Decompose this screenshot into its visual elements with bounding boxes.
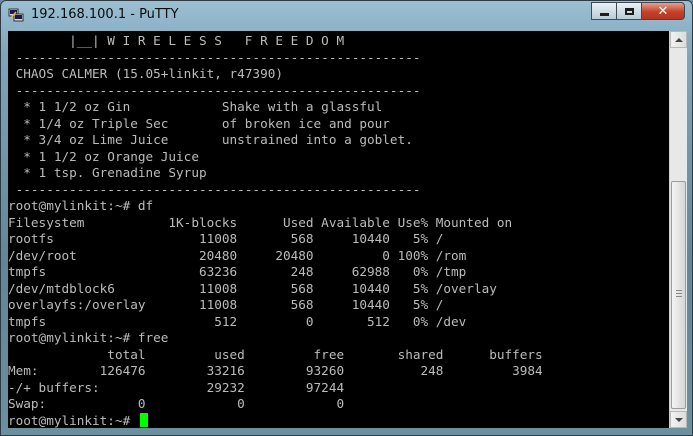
terminal-line: Swap: 0 0 0 bbox=[8, 396, 344, 412]
terminal-line: rootfs 11008 568 10440 5% / bbox=[8, 231, 443, 247]
minimize-icon bbox=[599, 12, 609, 16]
terminal-line-text: root@mylinkit:~# free bbox=[8, 330, 169, 345]
terminal-line-text: ----------------------------------------… bbox=[8, 82, 421, 98]
terminal-line: /dev/mtdblock6 11008 568 10440 5% /overl… bbox=[8, 281, 497, 297]
terminal-line-text: root@mylinkit:~# bbox=[8, 412, 138, 428]
putty-window: 192.168.100.1 - PuTTY ✕ |__| W I R E L E… bbox=[0, 0, 693, 436]
scroll-thumb[interactable] bbox=[671, 181, 686, 409]
terminal-line: * 1/4 oz Triple Sec of broken ice and po… bbox=[8, 116, 390, 132]
terminal-screen[interactable]: |__| W I R E L E S S F R E E D O M -----… bbox=[8, 31, 669, 428]
terminal-line-text: * 3/4 oz Lime Juice unstrained into a go… bbox=[8, 132, 413, 147]
terminal-line-text: tmpfs 63236 248 62988 0% /tmp bbox=[8, 264, 467, 279]
terminal-line-text: /dev/mtdblock6 11008 568 10440 5% /overl… bbox=[8, 280, 497, 296]
terminal-line-text: Mem: 126476 33216 93260 248 3984 bbox=[8, 363, 543, 378]
maximize-button[interactable] bbox=[616, 2, 642, 20]
terminal-line-text: overlayfs:/overlay 11008 568 10440 5% / bbox=[8, 297, 444, 312]
terminal-line-text: total used free shared buffers bbox=[8, 346, 543, 362]
arrow-down-icon bbox=[675, 418, 683, 422]
terminal-line: Mem: 126476 33216 93260 248 3984 bbox=[8, 363, 543, 379]
title-bar[interactable]: 192.168.100.1 - PuTTY ✕ bbox=[1, 1, 692, 31]
maximize-icon bbox=[624, 7, 634, 15]
arrow-up-icon bbox=[675, 38, 683, 42]
minimize-button[interactable] bbox=[591, 2, 617, 20]
window-controls: ✕ bbox=[591, 2, 685, 20]
scroll-up-button[interactable] bbox=[670, 31, 687, 48]
terminal-line-text: * 1/4 oz Triple Sec of broken ice and po… bbox=[8, 115, 390, 131]
terminal-line-text: |__| W I R E L E S S F R E E D O M bbox=[8, 33, 345, 48]
close-icon: ✕ bbox=[657, 3, 669, 19]
terminal-line: |__| W I R E L E S S F R E E D O M bbox=[8, 33, 344, 49]
scroll-down-button[interactable] bbox=[670, 411, 687, 428]
terminal-line: root@mylinkit:~# bbox=[8, 412, 148, 429]
terminal-line-text: * 1 tsp. Grenadine Syrup bbox=[8, 165, 207, 180]
terminal-line: ----------------------------------------… bbox=[8, 49, 421, 66]
putty-app-icon[interactable] bbox=[8, 8, 24, 22]
terminal-line-text: root@mylinkit:~# df bbox=[8, 198, 154, 213]
terminal-line: root@mylinkit:~# df bbox=[8, 198, 153, 214]
terminal-line: root@mylinkit:~# free bbox=[8, 330, 168, 346]
terminal-line: ----------------------------------------… bbox=[8, 181, 421, 198]
terminal-line-text: rootfs 11008 568 10440 5% / bbox=[8, 231, 444, 246]
terminal-line-text: -/+ buffers: 29232 97244 bbox=[8, 379, 345, 395]
terminal-line-text: ----------------------------------------… bbox=[8, 181, 421, 197]
terminal-line-text: * 1 1/2 oz Orange Juice bbox=[8, 148, 199, 164]
terminal-line: * 1 1/2 oz Orange Juice bbox=[8, 149, 199, 165]
terminal-cursor bbox=[139, 412, 148, 427]
terminal-line-text: /dev/root 20480 20480 0 100% /rom bbox=[8, 247, 467, 263]
terminal-line: tmpfs 63236 248 62988 0% /tmp bbox=[8, 264, 466, 280]
terminal-line-text: tmpfs 512 0 512 0% /dev bbox=[8, 313, 467, 329]
terminal-line-text: * 1 1/2 oz Gin Shake with a glassful bbox=[8, 99, 383, 114]
terminal-line: ----------------------------------------… bbox=[8, 82, 421, 99]
terminal-line-text: Swap: 0 0 0 bbox=[8, 396, 345, 411]
terminal-line: * 1 tsp. Grenadine Syrup bbox=[8, 165, 207, 181]
terminal-line-text: CHAOS CALMER (15.05+linkit, r47390) bbox=[8, 66, 283, 81]
terminal-line: overlayfs:/overlay 11008 568 10440 5% / bbox=[8, 297, 443, 313]
terminal-line: * 3/4 oz Lime Juice unstrained into a go… bbox=[8, 132, 413, 148]
terminal-line: Filesystem 1K-blocks Used Available Use%… bbox=[8, 215, 512, 231]
terminal-line: * 1 1/2 oz Gin Shake with a glassful bbox=[8, 99, 382, 115]
terminal-line: total used free shared buffers bbox=[8, 346, 543, 363]
terminal-line: /dev/root 20480 20480 0 100% /rom bbox=[8, 248, 466, 264]
terminal-line: CHAOS CALMER (15.05+linkit, r47390) bbox=[8, 66, 283, 82]
vertical-scrollbar[interactable] bbox=[669, 31, 687, 428]
terminal-line: -/+ buffers: 29232 97244 bbox=[8, 380, 344, 396]
window-title: 192.168.100.1 - PuTTY bbox=[31, 7, 179, 22]
terminal-line-text: ----------------------------------------… bbox=[8, 49, 421, 65]
close-button[interactable]: ✕ bbox=[641, 2, 685, 20]
terminal-line: tmpfs 512 0 512 0% /dev bbox=[8, 314, 466, 330]
terminal-line-text: Filesystem 1K-blocks Used Available Use%… bbox=[8, 214, 513, 230]
